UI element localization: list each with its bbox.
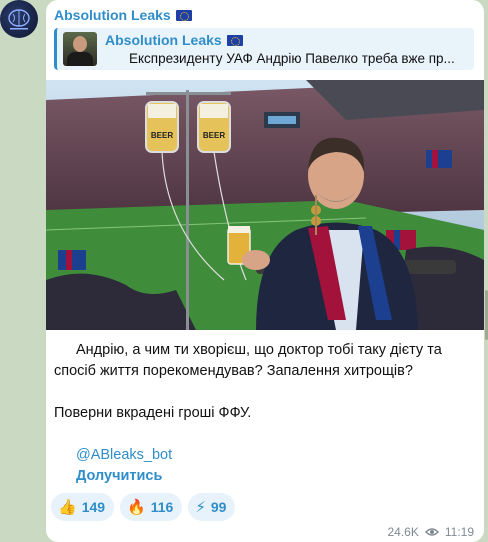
reply-title-text: Absolution Leaks xyxy=(105,32,222,48)
eu-flag-icon xyxy=(226,34,243,46)
message-paragraph-1: Андрію, а чим ти хворієш, що доктор тобі… xyxy=(54,342,442,379)
reply-title: Absolution Leaks xyxy=(105,32,243,48)
message-bubble: Absolution Leaks Absolution Leaks Експре… xyxy=(46,0,484,542)
reply-thumbnail xyxy=(63,32,97,66)
fire-icon: 🔥 xyxy=(127,498,146,516)
forwarded-reply-preview[interactable]: Absolution Leaks Експрезиденту УАФ Андрі… xyxy=(54,28,474,70)
reaction-lightning[interactable]: ⚡ 99 xyxy=(188,493,236,521)
iv-bag-label-1: BEER xyxy=(151,131,173,140)
thumbs-up-icon: 👍 xyxy=(58,498,77,516)
message-links: @ABleaks_bot Долучитись xyxy=(76,445,172,487)
reply-snippet: Експрезиденту УАФ Андрію Павелко треба в… xyxy=(129,51,455,66)
reactions-bar: 👍 149 🔥 116 ⚡ 99 xyxy=(51,493,236,521)
message-meta: 24.6K 11:19 xyxy=(388,525,475,539)
message-text: Андрію, а чим ти хворієш, що доктор тобі… xyxy=(54,340,474,424)
view-count: 24.6K xyxy=(387,525,419,539)
channel-avatar[interactable] xyxy=(0,0,38,38)
stadium-illustration: BEER BEER xyxy=(46,80,484,330)
reaction-count: 149 xyxy=(81,499,106,515)
bot-link[interactable]: @ABleaks_bot xyxy=(76,445,172,466)
sender-name-text[interactable]: Absolution Leaks xyxy=(54,7,171,23)
eye-icon xyxy=(424,528,439,536)
lightning-icon: ⚡ xyxy=(195,498,206,516)
sender-name[interactable]: Absolution Leaks xyxy=(54,7,192,23)
brain-logo-icon xyxy=(8,9,30,30)
reaction-count: 116 xyxy=(150,499,174,515)
reaction-fire[interactable]: 🔥 116 xyxy=(120,493,183,521)
reaction-count: 99 xyxy=(210,499,227,515)
join-link[interactable]: Долучитись xyxy=(76,466,172,487)
message-photo[interactable]: BEER BEER xyxy=(46,80,484,330)
message-paragraph-2: Поверни вкрадені гроші ФФУ. xyxy=(54,405,252,421)
reaction-thumbs-up[interactable]: 👍 149 xyxy=(51,493,115,521)
message-time: 11:19 xyxy=(444,525,474,539)
iv-bag-label-2: BEER xyxy=(203,131,225,140)
eu-flag-icon xyxy=(175,9,192,21)
